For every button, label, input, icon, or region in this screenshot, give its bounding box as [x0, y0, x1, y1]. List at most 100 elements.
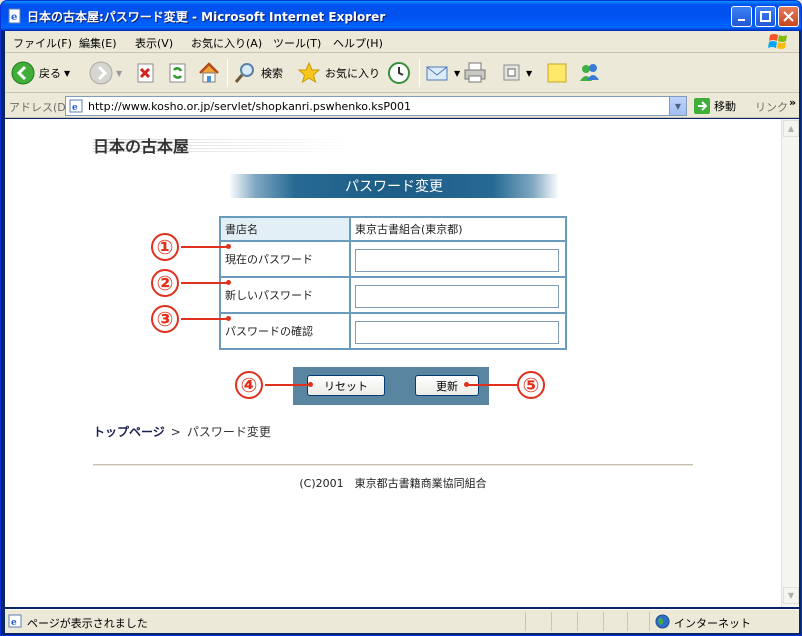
- callout-dot: [226, 244, 231, 249]
- table-row: 書店名 東京古書組合(東京都): [219, 216, 567, 242]
- current-password-label: 現在のパスワード: [219, 240, 351, 278]
- stop-icon: [137, 63, 154, 83]
- footer-copyright: (C)2001 東京都古書籍商業協同組合: [299, 477, 487, 490]
- chevron-down-icon: ▼: [64, 68, 71, 78]
- chevron-down-icon: ▼: [787, 591, 795, 600]
- shop-name-value: 東京古書組合(東京都): [349, 216, 567, 242]
- callout-4: ④: [235, 371, 263, 399]
- reset-label: リセット: [324, 379, 368, 393]
- messenger-button[interactable]: [577, 59, 601, 87]
- current-password-input[interactable]: [355, 248, 559, 272]
- browser-window: e 日本の古本屋:パスワード変更 - Microsoft Internet Ex…: [0, 0, 802, 636]
- table-row: 現在のパスワード: [219, 240, 567, 278]
- edit-icon: [503, 64, 520, 81]
- address-input[interactable]: e http://www.kosho.or.jp/servlet/shopkan…: [65, 96, 687, 116]
- chevron-down-icon: ▼: [454, 68, 461, 78]
- address-dropdown-button[interactable]: ▼: [669, 97, 686, 115]
- new-password-cell: [349, 276, 567, 314]
- ie-page-icon: e: [8, 8, 21, 24]
- windows-logo-icon: [768, 34, 787, 49]
- go-label: 移動: [714, 100, 736, 113]
- menu-edit[interactable]: 編集(E): [79, 35, 117, 51]
- callout-dot: [226, 316, 231, 321]
- reset-button[interactable]: リセット: [307, 375, 385, 396]
- callout-line: [467, 384, 517, 386]
- breadcrumb-top-link[interactable]: トップページ: [93, 425, 165, 439]
- page-done-icon: e: [8, 614, 22, 628]
- update-label: 更新: [436, 379, 458, 393]
- password-form-table: 書店名 東京古書組合(東京都) 現在のパスワード 新しいパスワード パスワードの…: [219, 216, 567, 350]
- vertical-scrollbar[interactable]: ▲ ▼: [781, 119, 799, 607]
- star-icon: [297, 61, 321, 84]
- menu-tools[interactable]: ツール(T): [273, 35, 321, 51]
- links-button[interactable]: リンク: [755, 99, 788, 115]
- confirm-password-label: パスワードの確認: [219, 312, 351, 350]
- favorites-label: お気に入り: [325, 67, 380, 80]
- menu-view[interactable]: 表示(V): [135, 35, 173, 51]
- refresh-icon: [169, 63, 186, 83]
- chevron-down-icon: ▼: [116, 68, 123, 78]
- history-button[interactable]: [387, 59, 411, 87]
- security-zone: インターネット: [649, 612, 795, 631]
- mail-button[interactable]: ▼: [425, 59, 460, 87]
- table-row: パスワードの確認: [219, 312, 567, 350]
- back-label: 戻る: [39, 67, 61, 80]
- callout-line: [181, 318, 229, 320]
- back-arrow-icon: [11, 61, 35, 85]
- home-button[interactable]: [197, 59, 221, 87]
- refresh-button[interactable]: [167, 59, 189, 87]
- search-label: 検索: [261, 67, 283, 80]
- callout-dot: [464, 382, 469, 387]
- svg-text:e: e: [72, 103, 78, 113]
- callout-1: ①: [151, 233, 179, 261]
- table-row: 新しいパスワード: [219, 276, 567, 314]
- callout-dot: [226, 280, 231, 285]
- callout-dot: [308, 382, 313, 387]
- print-button[interactable]: [463, 59, 487, 87]
- title-bar[interactable]: e 日本の古本屋:パスワード変更 - Microsoft Internet Ex…: [1, 1, 801, 31]
- chevron-up-icon: ▲: [787, 124, 795, 133]
- chevron-right-icon[interactable]: »: [789, 96, 796, 109]
- messenger-icon: [580, 64, 599, 81]
- home-icon: [199, 62, 219, 83]
- svg-text:e: e: [11, 618, 17, 628]
- note-icon: [547, 63, 567, 83]
- page-title: パスワード変更: [345, 179, 443, 195]
- menu-file[interactable]: ファイル(F): [13, 35, 72, 51]
- breadcrumb-separator: >: [170, 425, 181, 439]
- scroll-up-button[interactable]: ▲: [783, 120, 799, 137]
- menu-favorites[interactable]: お気に入り(A): [191, 35, 262, 51]
- stop-button[interactable]: [135, 59, 157, 87]
- address-label: アドレス(D): [9, 101, 71, 114]
- forward-button[interactable]: ▼: [89, 59, 122, 87]
- mail-icon: [426, 66, 448, 81]
- maximize-icon: [760, 11, 771, 22]
- close-icon: [783, 11, 794, 22]
- edit-button[interactable]: ▼: [501, 59, 532, 87]
- close-button[interactable]: [778, 6, 799, 27]
- globe-icon: [655, 614, 670, 629]
- minimize-icon: [737, 18, 745, 21]
- new-password-input[interactable]: [355, 284, 559, 308]
- footer-divider: [93, 464, 693, 466]
- history-icon: [388, 62, 410, 84]
- site-logo: 日本の古本屋: [93, 133, 353, 157]
- minimize-button[interactable]: [731, 6, 752, 27]
- logo-text: 日本の古本屋: [93, 137, 190, 156]
- scroll-down-button[interactable]: ▼: [783, 587, 799, 604]
- search-button[interactable]: 検索: [233, 59, 283, 87]
- menu-bar: ファイル(F) 編集(E) 表示(V) お気に入り(A) ツール(T) ヘルプ(…: [5, 31, 799, 53]
- back-button[interactable]: 戻る ▼: [11, 59, 70, 87]
- callout-line: [181, 246, 229, 248]
- new-password-label: 新しいパスワード: [219, 276, 351, 314]
- maximize-button[interactable]: [755, 6, 776, 27]
- discuss-button[interactable]: [545, 59, 569, 87]
- shop-name-label: 書店名: [219, 216, 351, 242]
- menu-help[interactable]: ヘルプ(H): [333, 35, 383, 51]
- favorites-button[interactable]: お気に入り: [297, 59, 380, 87]
- window-title: 日本の古本屋:パスワード変更 - Microsoft Internet Expl…: [27, 10, 386, 24]
- confirm-password-input[interactable]: [355, 320, 559, 344]
- address-bar: アドレス(D) e http://www.kosho.or.jp/servlet…: [5, 93, 799, 118]
- go-button[interactable]: 移動: [693, 97, 736, 115]
- status-text: ページが表示されました: [27, 617, 148, 630]
